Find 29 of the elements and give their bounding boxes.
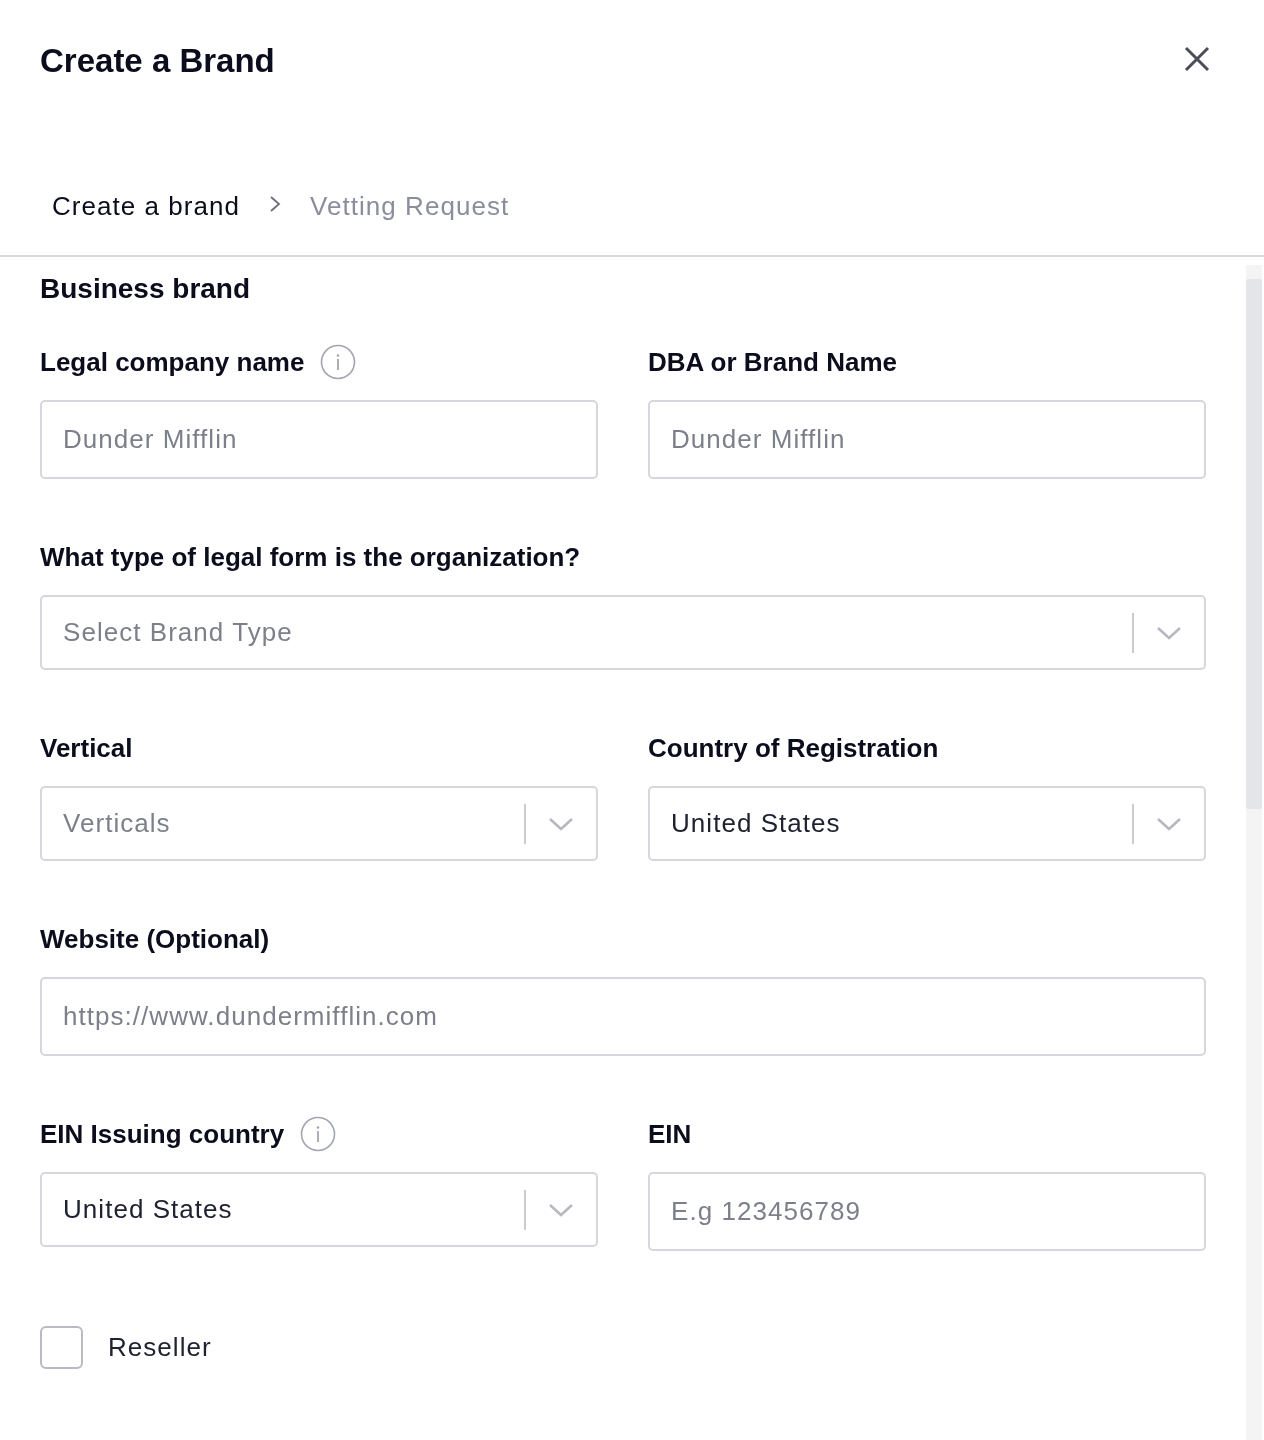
chevron-right-icon <box>269 195 281 213</box>
select-field[interactable]: Select Brand Type <box>40 595 1206 670</box>
dialog-title: Create a Brand <box>40 41 275 81</box>
select-field[interactable]: United States <box>648 786 1206 861</box>
info-icon[interactable] <box>320 344 357 380</box>
field-label: Legal company name <box>40 345 305 379</box>
field-label: Country of Registration <box>648 731 939 765</box>
chevron-down-icon <box>1156 624 1182 641</box>
input-field[interactable]: Dunder Mifflin <box>648 400 1206 479</box>
breadcrumb-link[interactable]: Create a brand <box>52 186 240 226</box>
input-field[interactable]: E.g 123456789 <box>648 1172 1206 1251</box>
select-field[interactable]: Verticals <box>40 786 598 861</box>
field-label: EIN Issuing country <box>40 1117 285 1151</box>
chevron-down-icon <box>1156 815 1182 832</box>
checkbox-label: Reseller <box>108 1331 212 1364</box>
field-label: Vertical <box>40 731 133 765</box>
info-icon[interactable] <box>300 1116 337 1152</box>
select-field[interactable]: United States <box>40 1172 598 1247</box>
input-field[interactable]: Dunder Mifflin <box>40 400 598 479</box>
scrollbar[interactable] <box>1246 265 1262 1440</box>
input-field[interactable]: https://www.dundermifflin.com <box>40 977 1206 1056</box>
reseller-checkbox[interactable] <box>40 1326 83 1369</box>
field-label: EIN <box>648 1117 692 1151</box>
field-label: DBA or Brand Name <box>648 345 897 379</box>
field-label: What type of legal form is the organization? <box>40 540 581 574</box>
field-label: Website (Optional) <box>40 922 270 956</box>
chevron-down-icon <box>548 815 574 832</box>
chevron-down-icon <box>548 1201 574 1218</box>
section-title: Business brand <box>40 272 252 306</box>
